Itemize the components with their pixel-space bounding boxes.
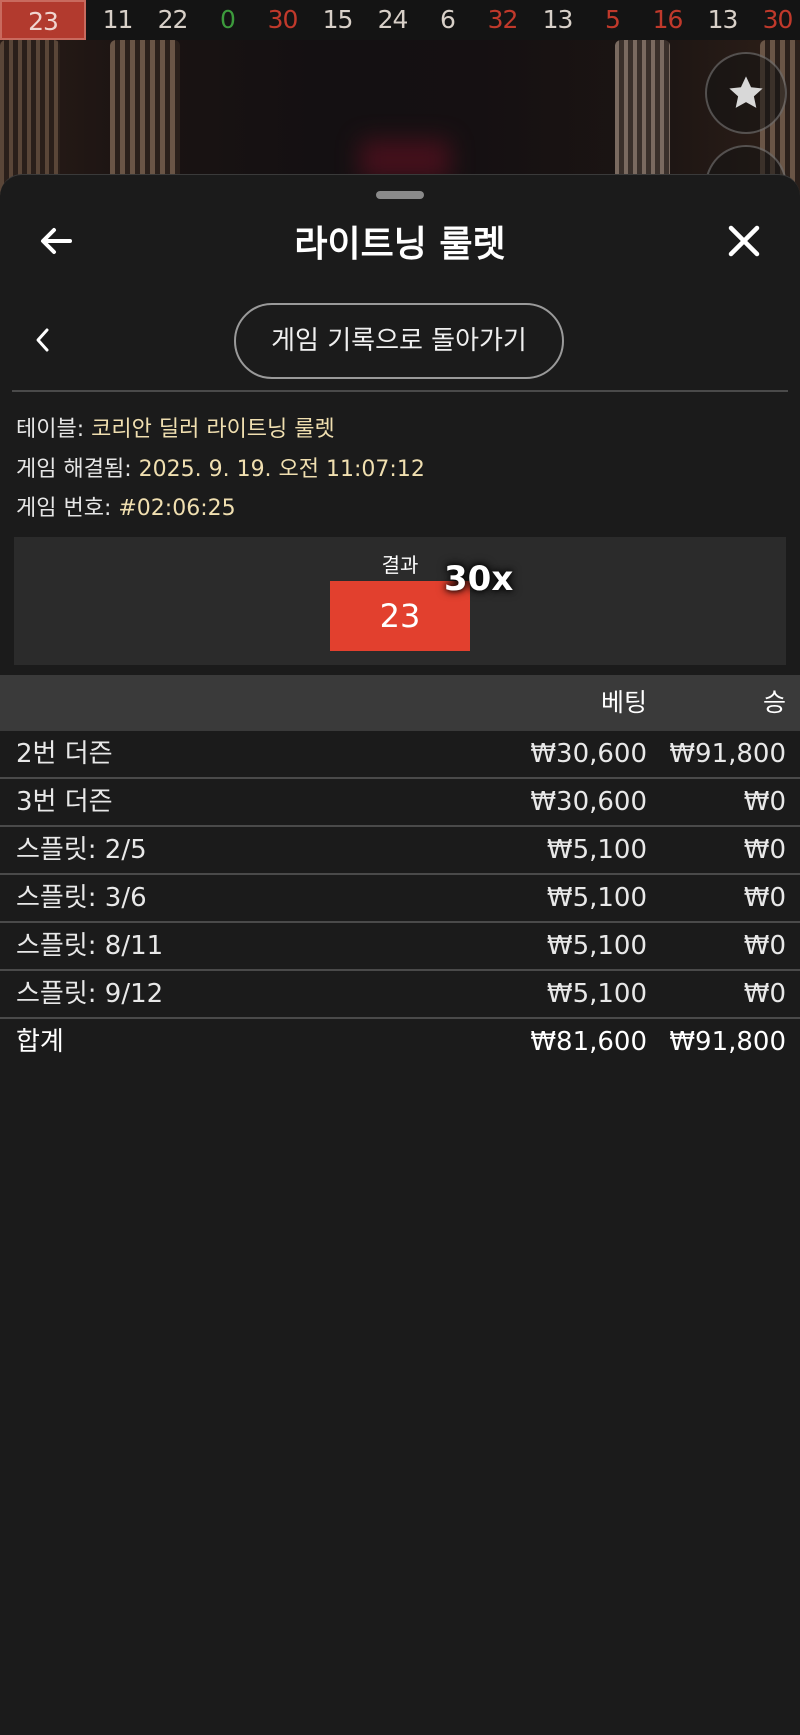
win-amount: ₩0 — [743, 883, 786, 913]
back-to-history-button[interactable]: 게임 기록으로 돌아가기 — [234, 303, 564, 379]
table-value: 코리안 딜러 라이트닝 룰렛 — [91, 417, 335, 442]
table-info: 테이블: 코리안 딜러 라이트닝 룰렛 — [16, 411, 335, 443]
bet-amount: ₩5,100 — [546, 835, 647, 865]
history-result: 13 — [707, 5, 739, 34]
history-result-latest: 23 — [0, 0, 86, 40]
history-result: 6 — [440, 5, 456, 34]
resolved-label: 게임 해결됨: — [16, 457, 132, 482]
close-icon[interactable] — [724, 221, 764, 261]
bet-name: 2번 더즌 — [16, 739, 113, 769]
history-result: 24 — [377, 5, 409, 34]
table-row: 2번 더즌 ₩30,600 ₩91,800 — [0, 731, 800, 779]
bet-name: 스플릿: 2/5 — [16, 835, 147, 865]
win-amount: ₩0 — [743, 979, 786, 1009]
bet-name: 3번 더즌 — [16, 787, 113, 817]
table-row: 스플릿: 2/5 ₩5,100 ₩0 — [0, 827, 800, 875]
total-win: ₩91,800 — [669, 1027, 786, 1057]
result-label: 결과 — [381, 553, 419, 577]
bet-name: 스플릿: 9/12 — [16, 979, 164, 1009]
bets-table: 베팅 승 2번 더즌 ₩30,600 ₩91,800 3번 더즌 ₩30,600… — [0, 675, 800, 1065]
game-history-sheet: 라이트닝 룰렛 게임 기록으로 돌아가기 테이블: 코리안 딜러 라이트닝 룰렛… — [0, 174, 800, 1735]
history-result: 5 — [605, 5, 621, 34]
recent-results-strip: 23 11 22 0 30 15 24 6 32 13 5 16 13 30 — [0, 0, 800, 40]
win-amount: ₩91,800 — [669, 739, 786, 769]
header-bet: 베팅 — [600, 688, 647, 717]
favorite-button[interactable] — [705, 52, 787, 134]
table-row: 스플릿: 8/11 ₩5,100 ₩0 — [0, 923, 800, 971]
lightning-multiplier: 30x — [444, 559, 514, 599]
chevron-left-icon[interactable] — [30, 325, 56, 355]
history-result: 16 — [652, 5, 684, 34]
win-amount: ₩0 — [743, 787, 786, 817]
star-icon — [729, 76, 763, 108]
table-label: 테이블: — [16, 417, 85, 442]
bet-name: 스플릿: 3/6 — [16, 883, 147, 913]
history-result: 30 — [762, 5, 794, 34]
total-bet: ₩81,600 — [530, 1027, 647, 1057]
game-number-info: 게임 번호: #02:06:25 — [16, 490, 236, 522]
bet-amount: ₩5,100 — [546, 931, 647, 961]
game-number-label: 게임 번호: — [16, 496, 112, 521]
divider — [12, 390, 788, 392]
history-result: 32 — [487, 5, 519, 34]
bet-amount: ₩30,600 — [530, 787, 647, 817]
table-row: 스플릿: 3/6 ₩5,100 ₩0 — [0, 875, 800, 923]
result-panel: 결과 23 30x — [14, 537, 786, 665]
sheet-grabber[interactable] — [376, 191, 424, 199]
history-result: 30 — [267, 5, 299, 34]
page-title: 라이트닝 룰렛 — [294, 224, 506, 265]
header-win: 승 — [762, 688, 786, 717]
bet-amount: ₩5,100 — [546, 883, 647, 913]
bet-amount: ₩5,100 — [546, 979, 647, 1009]
win-amount: ₩0 — [743, 835, 786, 865]
total-row: 합계 ₩81,600 ₩91,800 — [0, 1019, 800, 1065]
total-label: 합계 — [16, 1027, 64, 1057]
history-result: 22 — [157, 5, 189, 34]
table-row: 스플릿: 9/12 ₩5,100 ₩0 — [0, 971, 800, 1019]
table-header: 베팅 승 — [0, 675, 800, 731]
history-result: 11 — [102, 5, 134, 34]
resolved-info: 게임 해결됨: 2025. 9. 19. 오전 11:07:12 — [16, 451, 425, 483]
bet-amount: ₩30,600 — [530, 739, 647, 769]
game-number-value: #02:06:25 — [118, 496, 236, 521]
resolved-value: 2025. 9. 19. 오전 11:07:12 — [138, 457, 425, 482]
table-row: 3번 더즌 ₩30,600 ₩0 — [0, 779, 800, 827]
history-result: 15 — [322, 5, 354, 34]
history-result: 0 — [220, 5, 236, 34]
history-result: 13 — [542, 5, 574, 34]
win-amount: ₩0 — [743, 931, 786, 961]
bet-name: 스플릿: 8/11 — [16, 931, 164, 961]
